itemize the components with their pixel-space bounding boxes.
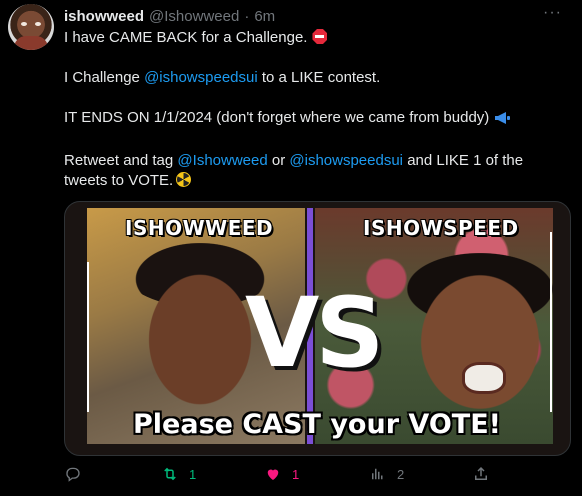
megaphone-icon — [494, 111, 511, 131]
views-icon — [372, 468, 383, 480]
avatar[interactable] — [8, 4, 54, 50]
avatar-shirt — [14, 36, 48, 50]
mention-link[interactable]: @Ishowweed — [177, 152, 267, 169]
frame-line — [87, 262, 89, 412]
share-icon — [475, 466, 487, 480]
tweet-line-4-suffix: and LIKE 1 of the — [407, 152, 524, 169]
right-person-mouth — [462, 362, 506, 394]
display-name[interactable]: ishowweed — [64, 8, 144, 25]
vs-text: VS — [245, 277, 384, 389]
reply-icon — [66, 467, 80, 482]
mention-link[interactable]: @ishowspeedsui — [144, 69, 258, 86]
like-count: 1 — [292, 466, 300, 482]
share-button[interactable] — [472, 465, 490, 483]
timestamp[interactable]: 6m — [254, 8, 275, 25]
right-name-label: ISHOWSPEED — [363, 216, 519, 240]
stop-sign-icon — [312, 29, 328, 44]
tweet-line-3: IT ENDS ON 1/1/2024 (don't forget where … — [64, 108, 564, 131]
avatar-eye — [21, 22, 27, 26]
views-button[interactable]: 2 — [369, 465, 404, 483]
tweet-header: ishowweed @Ishowweed · 6m ··· — [64, 4, 562, 26]
mention-link[interactable]: @ishowspeedsui — [289, 152, 403, 169]
vote-caption: Please CAST your VOTE! — [133, 409, 501, 440]
frame-line — [550, 232, 552, 412]
tweet-line-1-text: I have CAME BACK for a Challenge. — [64, 29, 308, 46]
tweet-text: I have CAME BACK for a Challenge. I Chal… — [64, 28, 564, 191]
tweet-line-5-text: tweets to VOTE. — [64, 172, 174, 189]
left-name-label: ISHOWWEED — [125, 216, 274, 240]
reply-button[interactable] — [64, 465, 92, 483]
radioactive-icon — [176, 172, 192, 187]
retweet-button[interactable]: 1 — [161, 465, 196, 483]
separator: · — [244, 7, 250, 25]
action-bar: 1 1 2 — [64, 465, 504, 489]
like-icon — [267, 469, 279, 480]
tweet-image[interactable]: ISHOWWEED ISHOWSPEED VS Please CAST your… — [64, 201, 571, 456]
tweet-line-5: tweets to VOTE. — [64, 171, 564, 191]
right-person-face — [405, 257, 555, 427]
tweet-line-2-prefix: I Challenge — [64, 69, 140, 86]
tweet-line-2: I Challenge @ishowspeedsui to a LIKE con… — [64, 68, 564, 88]
tweet-line-4: Retweet and tag @Ishowweed or @ishowspee… — [64, 151, 564, 171]
user-handle[interactable]: @Ishowweed — [149, 8, 239, 25]
tweet[interactable]: ishowweed @Ishowweed · 6m ··· I have CAM… — [0, 0, 582, 496]
avatar-eye — [35, 22, 41, 26]
tweet-line-2-suffix: to a LIKE contest. — [261, 69, 381, 86]
tweet-line-4-prefix: Retweet and tag — [64, 152, 174, 169]
views-count: 2 — [397, 466, 405, 482]
retweet-icon — [164, 467, 176, 481]
like-button[interactable]: 1 — [264, 465, 299, 483]
retweet-count: 1 — [189, 466, 197, 482]
more-icon[interactable]: ··· — [543, 4, 562, 22]
tweet-line-3-text: IT ENDS ON 1/1/2024 (don't forget where … — [64, 109, 490, 126]
tweet-line-4-or: or — [271, 152, 286, 169]
tweet-line-1: I have CAME BACK for a Challenge. — [64, 28, 564, 48]
